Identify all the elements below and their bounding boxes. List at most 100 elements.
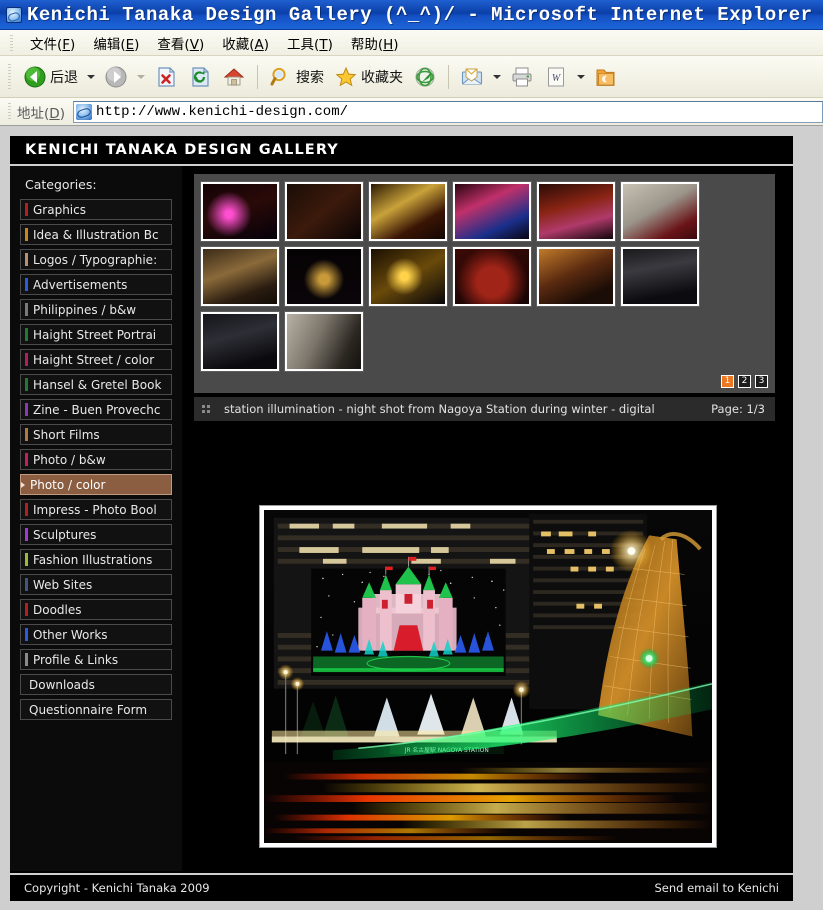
mail-dropdown-caret[interactable]	[493, 74, 501, 79]
sidebar-item-philippines-b-w[interactable]: Philippines / b&w	[20, 299, 172, 320]
address-label-text: 地址	[17, 105, 44, 122]
sidebar-item-doodles[interactable]: Doodles	[20, 599, 172, 620]
sidebar-item-idea-illustration-bc[interactable]: Idea & Illustration Bc	[20, 224, 172, 245]
menu-bar: 文件(F) 编辑(E) 查看(V) 收藏(A) 工具(T) 帮助(H)	[0, 30, 823, 56]
sidebar-item-label: Philippines / b&w	[33, 302, 137, 317]
sidebar-item-photo-color[interactable]: Photo / color	[20, 474, 172, 495]
gallery-thumbnail[interactable]	[284, 311, 364, 372]
home-button[interactable]	[217, 60, 251, 94]
gallery-thumbnail[interactable]	[536, 246, 616, 307]
menu-favorites-accel: A	[254, 36, 264, 53]
search-button-label: 搜索	[296, 69, 324, 86]
category-accent-bar	[25, 603, 28, 616]
thumbnail-image	[539, 249, 613, 304]
menubar-grip[interactable]	[10, 34, 13, 51]
gallery-thumbnail[interactable]	[200, 181, 280, 242]
sidebar-item-logos-typographie[interactable]: Logos / Typographie:	[20, 249, 172, 270]
sidebar-item-zine-buen-provechc[interactable]: Zine - Buen Provechc	[20, 399, 172, 420]
sidebar-item-photo-b-w[interactable]: Photo / b&w	[20, 449, 172, 470]
menu-favorites[interactable]: 收藏(A)	[213, 30, 278, 56]
favorites-button[interactable]: 收藏夹	[329, 60, 408, 94]
media-button[interactable]	[408, 60, 442, 94]
sidebar-item-web-sites[interactable]: Web Sites	[20, 574, 172, 595]
gallery-thumbnail[interactable]	[284, 246, 364, 307]
menu-help[interactable]: 帮助(H)	[342, 30, 408, 56]
sidebar-item-other-works[interactable]: Other Works	[20, 624, 172, 645]
sidebar-item-downloads[interactable]: Downloads	[20, 674, 172, 695]
sidebar-item-hansel-gretel-book[interactable]: Hansel & Gretel Book	[20, 374, 172, 395]
sidebar-item-label: Idea & Illustration Bc	[33, 227, 159, 242]
address-input[interactable]: http://www.kenichi-design.com/	[72, 100, 823, 123]
messenger-button[interactable]	[589, 60, 623, 94]
sidebar-item-graphics[interactable]: Graphics	[20, 199, 172, 220]
stop-button[interactable]	[149, 60, 183, 94]
sidebar: Categories: Graphics Idea & Illustration …	[10, 166, 182, 871]
footer-copyright: Copyright - Kenichi Tanaka 2009	[24, 881, 210, 895]
pagination-page-3[interactable]: 3	[755, 375, 768, 388]
toolbar-grip[interactable]	[8, 63, 11, 90]
caption-bar: station illumination - night shot from N…	[194, 397, 775, 421]
print-button[interactable]	[505, 60, 539, 94]
sidebar-item-label: Doodles	[33, 602, 82, 617]
menu-help-accel: H	[383, 36, 394, 53]
sidebar-item-short-films[interactable]: Short Films	[20, 424, 172, 445]
window-titlebar: Kenichi Tanaka Design Gallery (^_^)/ - M…	[0, 0, 823, 30]
gallery-thumbnail[interactable]	[284, 181, 364, 242]
search-button[interactable]: 搜索	[264, 60, 329, 94]
menu-tools[interactable]: 工具(T)	[278, 30, 342, 56]
category-accent-bar	[25, 278, 28, 291]
refresh-button[interactable]	[183, 60, 217, 94]
sidebar-item-sculptures[interactable]: Sculptures	[20, 524, 172, 545]
selected-arrow-icon	[21, 481, 25, 488]
category-accent-bar	[25, 453, 28, 466]
sidebar-item-questionnaire-form[interactable]: Questionnaire Form	[20, 699, 172, 720]
dots-grid-icon	[202, 405, 210, 413]
gallery-thumbnail[interactable]	[620, 181, 700, 242]
hero-photo[interactable]: JR 名古屋駅 NAGOYA STATION	[263, 510, 712, 843]
forward-button[interactable]	[99, 60, 133, 94]
forward-dropdown-caret[interactable]	[137, 74, 145, 79]
search-icon	[270, 67, 286, 85]
toolbar-separator-2	[448, 64, 449, 89]
thumbnail-panel: 123	[194, 174, 775, 393]
gallery-thumbnail[interactable]	[368, 181, 448, 242]
ie-page-icon	[75, 103, 92, 120]
sidebar-item-impress-photo-bool[interactable]: Impress - Photo Bool	[20, 499, 172, 520]
address-bar: 地址(D) http://www.kenichi-design.com/	[0, 98, 823, 126]
photo-caption: station illumination - night shot from N…	[224, 402, 655, 416]
gallery-thumbnail[interactable]	[368, 246, 448, 307]
back-dropdown-caret[interactable]	[87, 74, 95, 79]
footer-email-link[interactable]: Send email to Kenichi	[654, 881, 779, 895]
browser-toolbar: 后退 搜索 收藏夹 W	[0, 56, 823, 98]
gallery-thumbnail[interactable]	[200, 246, 280, 307]
hero-photo-frame[interactable]: JR 名古屋駅 NAGOYA STATION	[258, 505, 717, 848]
sidebar-item-label: Photo / color	[30, 477, 106, 492]
sidebar-item-profile-links[interactable]: Profile & Links	[20, 649, 172, 670]
back-button[interactable]: 后退	[18, 60, 83, 94]
mail-button[interactable]	[455, 60, 489, 94]
menu-view[interactable]: 查看(V)	[148, 30, 213, 56]
pagination-page-2[interactable]: 2	[738, 375, 751, 388]
gallery-thumbnail[interactable]	[452, 181, 532, 242]
word-dropdown-caret[interactable]	[577, 74, 585, 79]
home-icon	[223, 67, 245, 85]
sidebar-item-label: Hansel & Gretel Book	[33, 377, 162, 392]
category-accent-bar	[25, 353, 28, 366]
gallery-thumbnail[interactable]	[620, 246, 700, 307]
menu-file[interactable]: 文件(F)	[21, 30, 84, 56]
gallery-thumbnail[interactable]	[200, 311, 280, 372]
menu-view-label: 查看	[157, 36, 185, 53]
menu-edit[interactable]: 编辑(E)	[84, 30, 148, 56]
pagination-page-1[interactable]: 1	[721, 375, 734, 388]
sidebar-item-fashion-illustrations[interactable]: Fashion Illustrations	[20, 549, 172, 570]
menu-tools-accel: T	[319, 36, 328, 53]
gallery-thumbnail[interactable]	[452, 246, 532, 307]
sidebar-item-label: Haight Street / color	[33, 352, 155, 367]
sidebar-item-haight-street-portrai[interactable]: Haight Street Portrai	[20, 324, 172, 345]
gallery-pagination: 123	[201, 371, 768, 390]
sidebar-item-advertisements[interactable]: Advertisements	[20, 274, 172, 295]
edit-with-word-button[interactable]: W	[539, 60, 573, 94]
gallery-thumbnail[interactable]	[536, 181, 616, 242]
addressbar-grip[interactable]	[8, 102, 11, 121]
sidebar-item-haight-street-color[interactable]: Haight Street / color	[20, 349, 172, 370]
